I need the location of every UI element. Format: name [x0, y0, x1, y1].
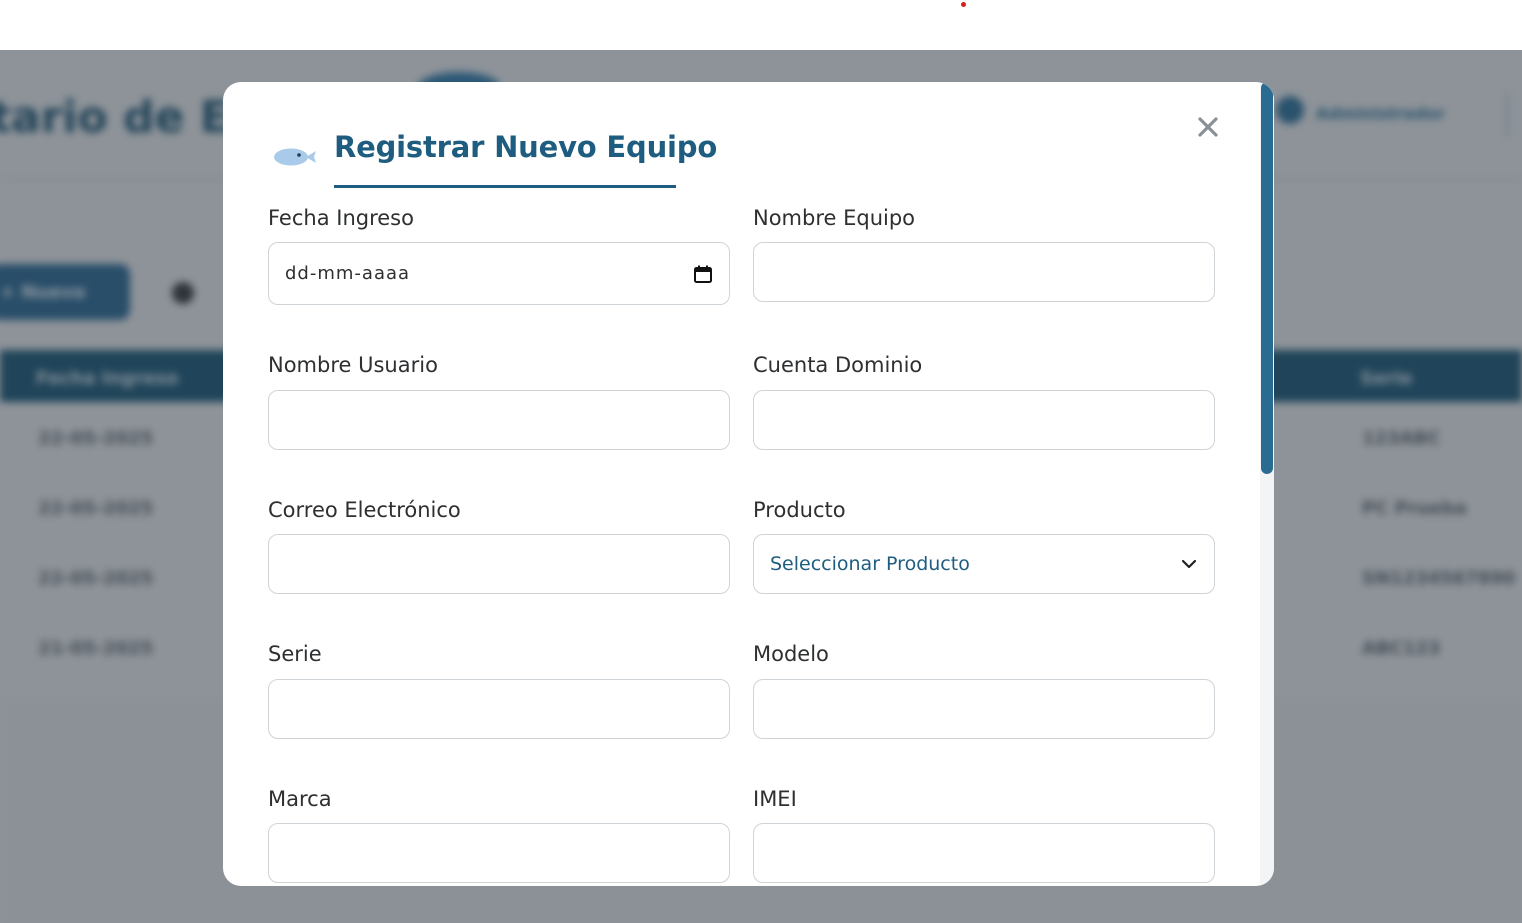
- marca-label: Marca: [268, 787, 332, 811]
- imei-label: IMEI: [753, 787, 797, 811]
- modelo-input[interactable]: [753, 679, 1215, 739]
- marca-input[interactable]: [268, 823, 730, 883]
- fish-icon: [274, 148, 316, 166]
- producto-select[interactable]: Seleccionar Producto: [753, 534, 1215, 594]
- fecha-ingreso-label: Fecha Ingreso: [268, 206, 414, 230]
- imei-input[interactable]: [753, 823, 1215, 883]
- fecha-ingreso-placeholder: dd-mm-aaaa: [285, 263, 411, 284]
- cuenta-dominio-label: Cuenta Dominio: [753, 353, 923, 377]
- nombre-equipo-input[interactable]: [753, 242, 1215, 302]
- close-button[interactable]: [1193, 112, 1223, 142]
- modal-title: Registrar Nuevo Equipo: [334, 130, 718, 164]
- serie-input[interactable]: [268, 679, 730, 739]
- producto-selected-value: Seleccionar Producto: [770, 553, 970, 575]
- register-equipment-modal: Registrar Nuevo Equipo Fecha Ingreso dd-…: [223, 82, 1274, 886]
- email-field[interactable]: [268, 534, 730, 594]
- serie-label: Serie: [268, 642, 322, 666]
- fecha-ingreso-input[interactable]: dd-mm-aaaa: [268, 242, 730, 305]
- nombre-usuario-label: Nombre Usuario: [268, 353, 438, 377]
- title-underline: [334, 185, 676, 188]
- correo-label: Correo Electrónico: [268, 498, 461, 522]
- calendar-icon[interactable]: [693, 264, 713, 284]
- modal-scrollbar-thumb[interactable]: [1261, 82, 1273, 474]
- close-icon: [1198, 117, 1218, 137]
- cuenta-dominio-input[interactable]: [753, 390, 1215, 450]
- producto-label: Producto: [753, 498, 846, 522]
- chevron-down-icon: [1181, 559, 1197, 569]
- nombre-equipo-label: Nombre Equipo: [753, 206, 916, 230]
- notification-dot: [961, 2, 966, 7]
- nombre-usuario-input[interactable]: [268, 390, 730, 450]
- browser-top-strip: [0, 0, 1522, 50]
- modelo-label: Modelo: [753, 642, 829, 666]
